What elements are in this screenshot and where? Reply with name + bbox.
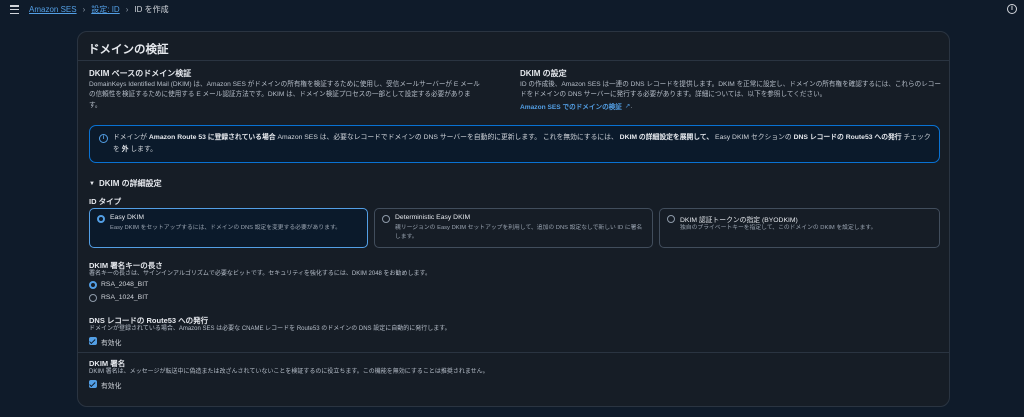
section-title: ドメインの検証 bbox=[88, 44, 169, 56]
tile-title: Deterministic Easy DKIM bbox=[395, 214, 471, 221]
chevron-right-icon: › bbox=[82, 5, 86, 14]
top-bar: Amazon SES › 設定: ID › ID を作成 i bbox=[0, 0, 1024, 20]
dkim-setup-heading: DKIM の設定 bbox=[520, 69, 567, 78]
menu-icon[interactable] bbox=[10, 5, 19, 14]
tile-title: DKIM 認証トークンの指定 (BYODKIM) bbox=[680, 217, 798, 224]
tile-description: 親リージョンの Easy DKIM セットアップを利用して、追加の DNS 設定… bbox=[395, 225, 643, 240]
radio-byodkim[interactable] bbox=[667, 215, 675, 223]
info-icon[interactable]: i bbox=[1007, 4, 1017, 14]
period: . bbox=[630, 102, 633, 110]
dkim-based-heading: DKIM ベースのドメイン検証 bbox=[89, 69, 192, 78]
key-length-description: 署名キーの長さは、サインインアルゴリズムで必要なビットです。セキュリティを強化す… bbox=[89, 271, 431, 277]
rsa-1024-label: RSA_1024_BIT bbox=[101, 294, 149, 301]
info-alert-text: ドメインが Amazon Route 53 に登録されている場合 Amazon … bbox=[113, 134, 931, 153]
radio-rsa-2048[interactable] bbox=[89, 281, 97, 289]
chevron-right-icon: › bbox=[125, 5, 129, 14]
signing-description: DKIM 署名は、メッセージが転送中に偽造または改ざんされていないことを検証する… bbox=[89, 369, 489, 375]
radio-easy-dkim[interactable] bbox=[97, 215, 105, 223]
tile-easy-dkim[interactable]: Easy DKIM Easy DKIM をセットアップするには、ドメインの DN… bbox=[89, 208, 368, 248]
expander-label: DKIM の詳細設定 bbox=[98, 179, 162, 188]
radio-deterministic-easy-dkim[interactable] bbox=[382, 215, 390, 223]
divider bbox=[78, 352, 949, 353]
info-alert: i ドメインが Amazon Route 53 に登録されている場合 Amazo… bbox=[89, 125, 940, 163]
signing-checkbox[interactable] bbox=[89, 380, 97, 388]
info-icon: i bbox=[99, 134, 108, 143]
tile-title: Easy DKIM bbox=[110, 214, 144, 221]
route53-checkbox[interactable] bbox=[89, 337, 97, 345]
tile-byodkim[interactable]: DKIM 認証トークンの指定 (BYODKIM) 独自のプライベートキーを指定し… bbox=[659, 208, 940, 248]
breadcrumb: Amazon SES › 設定: ID › ID を作成 bbox=[29, 4, 169, 15]
verify-domain-link[interactable]: Amazon SES でのドメインの検証 bbox=[520, 101, 622, 111]
route53-description: ドメインが登録されている場合、Amazon SES は必要な CNAME レコー… bbox=[89, 326, 451, 332]
signing-checkbox-label: 有効化 bbox=[101, 383, 122, 390]
caret-down-icon: ▼ bbox=[89, 180, 95, 187]
breadcrumb-current: ID を作成 bbox=[134, 5, 169, 14]
route53-checkbox-label: 有効化 bbox=[101, 340, 122, 347]
dkim-advanced-expander[interactable]: ▼ DKIM の詳細設定 bbox=[89, 178, 162, 189]
breadcrumb-settings-id[interactable]: 設定: ID bbox=[91, 4, 119, 15]
radio-rsa-1024[interactable] bbox=[89, 294, 97, 302]
rsa-2048-label: RSA_2048_BIT bbox=[101, 281, 149, 288]
dkim-setup-description: ID の作成後、Amazon SES は一連の DNS レコードを提供します。D… bbox=[520, 81, 941, 99]
verify-domain-link-wrapper: Amazon SES でのドメインの検証 ↗ . bbox=[520, 101, 633, 112]
dkim-based-description: DomainKeys Identified Mail (DKIM) は、Amaz… bbox=[89, 81, 480, 109]
domain-verification-panel: ドメインの検証 DKIM ベースのドメイン検証 DomainKeys Ident… bbox=[77, 31, 950, 407]
tile-description: Easy DKIM をセットアップするには、ドメインの DNS 設定を変更する必… bbox=[110, 225, 341, 231]
id-type-label: ID タイプ bbox=[89, 197, 122, 206]
divider bbox=[78, 60, 949, 61]
tile-description: 独自のプライベートキーを指定して、このドメインの DKIM を設定します。 bbox=[680, 225, 877, 231]
tile-deterministic-easy-dkim[interactable]: Deterministic Easy DKIM 親リージョンの Easy DKI… bbox=[374, 208, 653, 248]
breadcrumb-amazon-ses[interactable]: Amazon SES bbox=[29, 5, 77, 14]
